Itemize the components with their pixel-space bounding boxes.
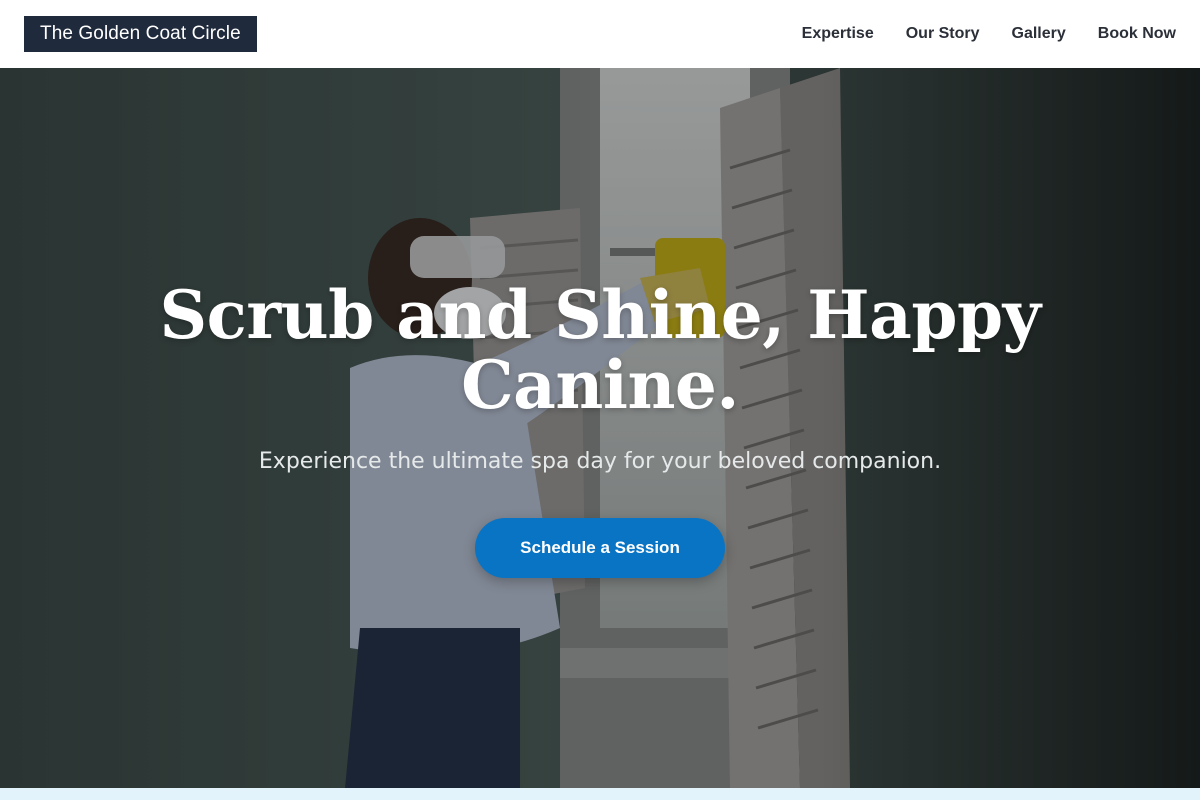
next-section-edge — [0, 788, 1200, 800]
nav-item-gallery[interactable]: Gallery — [1012, 25, 1066, 43]
nav-item-book-now[interactable]: Book Now — [1098, 25, 1176, 43]
main-nav: Expertise Our Story Gallery Book Now — [802, 25, 1176, 43]
brand-logo[interactable]: The Golden Coat Circle — [24, 16, 257, 52]
hero-title: Scrub and Shine, Happy Canine. — [159, 276, 1041, 424]
site-header: The Golden Coat Circle Expertise Our Sto… — [0, 0, 1200, 68]
nav-item-our-story[interactable]: Our Story — [906, 25, 980, 43]
schedule-session-button[interactable]: Schedule a Session — [475, 518, 725, 578]
hero-content: Scrub and Shine, Happy Canine. Experienc… — [0, 68, 1200, 788]
hero-section: Scrub and Shine, Happy Canine. Experienc… — [0, 68, 1200, 788]
hero-subtitle: Experience the ultimate spa day for your… — [258, 449, 942, 474]
nav-item-expertise[interactable]: Expertise — [802, 25, 874, 43]
